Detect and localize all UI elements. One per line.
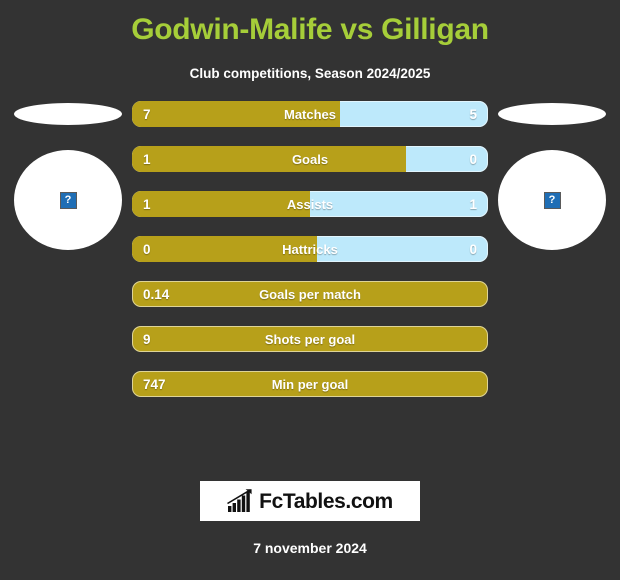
- page-subtitle: Club competitions, Season 2024/2025: [189, 66, 431, 81]
- broken-image-icon: ?: [59, 191, 77, 209]
- stat-value-home: 1: [143, 151, 151, 167]
- comparison-area: ? ? 7 Matches 5 1 Goals 0 1 Assists 1 0 Hattricks 0…: [0, 101, 620, 401]
- stat-value-away: 0: [469, 151, 477, 167]
- player-card-home[interactable]: ?: [8, 101, 128, 250]
- stat-row: 1 Assists 1: [132, 191, 488, 217]
- stat-value-home: 0.14: [143, 286, 170, 302]
- stat-bar-home-fill: [132, 101, 340, 127]
- bar-chart-growth-icon: [227, 489, 252, 512]
- stat-row: 1 Goals 0: [132, 146, 488, 172]
- brand-name: FcTables.com: [259, 489, 393, 513]
- stat-bar-home-fill: [132, 146, 407, 172]
- broken-image-icon: ?: [543, 191, 561, 209]
- stat-row: 9 Shots per goal: [132, 326, 488, 352]
- stat-value-home: 0: [143, 241, 151, 257]
- footer-date: 7 november 2024: [253, 540, 367, 556]
- stat-row: 7 Matches 5: [132, 101, 488, 127]
- stat-value-home: 1: [143, 196, 151, 212]
- stat-value-home: 7: [143, 106, 151, 122]
- player-photo-home[interactable]: ?: [14, 150, 122, 250]
- footer: FcTables.com 7 november 2024: [0, 481, 620, 580]
- player-name-home: [14, 103, 122, 125]
- stat-row: 747 Min per goal: [132, 371, 488, 397]
- stat-label: Goals per match: [259, 286, 361, 302]
- stat-value-away: 5: [469, 106, 477, 122]
- stat-row: 0 Hattricks 0: [132, 236, 488, 262]
- stat-bar-home-fill: [132, 236, 318, 262]
- player-name-away: [498, 103, 606, 125]
- stat-row: 0.14 Goals per match: [132, 281, 488, 307]
- player-card-away[interactable]: ?: [492, 101, 612, 250]
- brand-logo[interactable]: FcTables.com: [200, 481, 420, 521]
- page-title: Godwin-Malife vs Gilligan: [131, 13, 489, 46]
- stat-label: Min per goal: [271, 376, 349, 392]
- stat-label: Shots per goal: [264, 331, 356, 347]
- stat-value-home: 9: [143, 331, 151, 347]
- stat-value-away: 1: [469, 196, 477, 212]
- stat-bar-home-fill: [132, 191, 310, 217]
- stat-bar-list: 7 Matches 5 1 Goals 0 1 Assists 1 0 Hattricks 0 0.14…: [132, 101, 488, 416]
- stat-value-home: 747: [143, 376, 166, 392]
- player-photo-away[interactable]: ?: [498, 150, 606, 250]
- stat-value-away: 0: [469, 241, 477, 257]
